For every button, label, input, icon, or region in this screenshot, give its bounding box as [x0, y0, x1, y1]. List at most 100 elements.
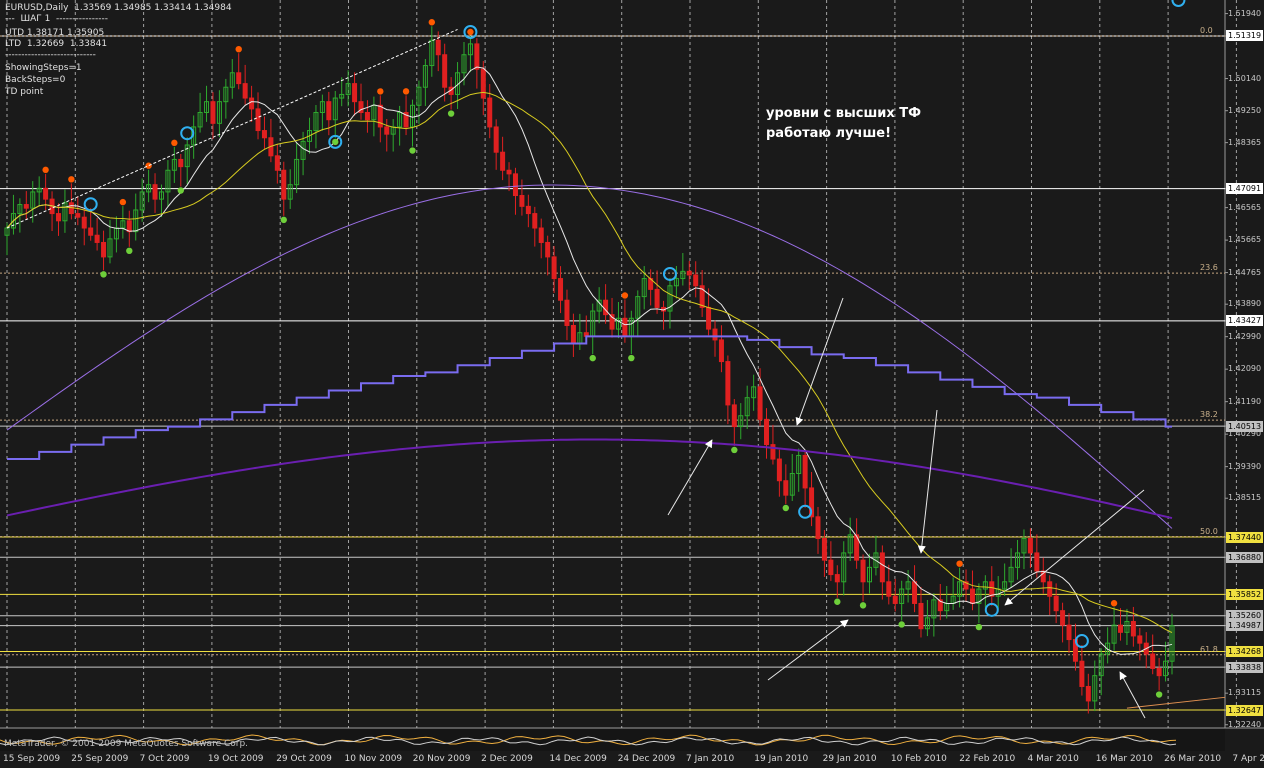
fib-label: 61.8 — [1200, 644, 1218, 654]
candle — [1137, 627, 1143, 661]
date-label: 7 Jan 2010 — [686, 754, 735, 764]
symbol-info: EURUSD,Daily 1.33569 1.34985 1.33414 1.3… — [5, 3, 232, 13]
candle — [474, 38, 480, 89]
candle — [699, 270, 705, 317]
candle — [1092, 660, 1098, 712]
candle — [1079, 645, 1085, 696]
td-high-dot — [956, 560, 963, 567]
candle — [88, 208, 94, 241]
axis-price-label: 1.36880 — [1226, 551, 1263, 563]
candle — [892, 578, 898, 612]
candle — [1072, 623, 1078, 671]
candle — [944, 586, 950, 619]
candle-body — [1034, 552, 1040, 572]
step-line — [7, 335, 1172, 461]
candle — [236, 53, 242, 90]
date-label: 29 Oct 2009 — [276, 754, 332, 764]
candle — [467, 35, 473, 73]
candle — [525, 194, 531, 228]
candle — [294, 142, 300, 194]
candle-body — [712, 328, 718, 341]
candle — [802, 450, 808, 508]
candle — [1124, 608, 1130, 646]
candle — [171, 146, 177, 183]
candle — [912, 565, 918, 613]
date-label: 24 Dec 2009 — [617, 754, 676, 764]
candle — [963, 569, 969, 602]
candle — [532, 206, 538, 247]
candle-body — [152, 184, 158, 200]
candle — [242, 64, 248, 105]
candle-body — [326, 101, 332, 121]
candle — [377, 95, 383, 143]
date-label: 19 Jan 2010 — [754, 754, 809, 764]
axis-price-label: 1.43427 — [1226, 315, 1263, 327]
candle-body — [242, 83, 248, 99]
candle — [358, 83, 364, 120]
candle-body — [178, 158, 184, 168]
candle-body — [564, 299, 570, 326]
candle-body — [834, 574, 840, 583]
candle-body — [538, 227, 544, 243]
candle-body — [493, 126, 499, 153]
candle — [931, 593, 937, 637]
candle — [751, 374, 757, 411]
date-label: 20 Nov 2009 — [412, 754, 471, 764]
candle-body — [706, 306, 712, 330]
candle — [319, 94, 325, 131]
price-tick-label: 1.48365 — [1228, 137, 1262, 147]
candle-body — [1027, 537, 1033, 554]
candle-body — [532, 213, 538, 229]
candle — [718, 325, 724, 373]
date-label: 26 Mar 2010 — [1164, 754, 1222, 764]
candle — [1015, 539, 1021, 580]
axis-price-label: 1.47091 — [1226, 183, 1263, 195]
candle — [628, 310, 634, 355]
candle-body — [506, 169, 512, 175]
ma-purple-line — [6, 184, 1173, 529]
candle-body — [1047, 581, 1053, 597]
candle — [345, 70, 351, 107]
candle-body — [88, 227, 94, 236]
candle-body — [442, 54, 448, 88]
candle — [1118, 608, 1124, 641]
candle — [352, 72, 358, 116]
candle — [332, 90, 338, 138]
candle — [538, 218, 544, 259]
td-high-dot — [428, 19, 436, 26]
candle — [1034, 534, 1040, 578]
candle-body — [802, 454, 808, 489]
candle-body — [81, 216, 87, 229]
candle-body — [101, 241, 107, 258]
td-low-dot — [447, 110, 455, 117]
fib-label: 38.2 — [1200, 410, 1218, 420]
candle — [603, 284, 609, 324]
candle — [390, 119, 396, 152]
candle-body — [731, 404, 737, 428]
td-high-dot — [235, 45, 242, 53]
candle — [371, 96, 377, 137]
axis-price-label: 1.51319 — [1226, 30, 1263, 42]
candle — [255, 92, 261, 140]
candle — [725, 355, 731, 425]
mt4-chart-window: EURUSD,Daily 1.33569 1.34985 1.33414 1.3… — [0, 0, 1264, 768]
axis-price-label: 1.37440 — [1226, 531, 1263, 543]
annotation-arrow — [795, 297, 844, 426]
candle — [416, 80, 422, 124]
candle — [635, 290, 641, 338]
price-chart[interactable] — [0, 0, 1264, 768]
candle-body — [352, 83, 358, 103]
candle — [1163, 641, 1169, 682]
candle — [1060, 602, 1066, 643]
candle — [1111, 607, 1117, 651]
td-low-dot — [898, 621, 905, 628]
candle — [165, 160, 171, 207]
price-tick-label: 1.43890 — [1228, 299, 1262, 309]
candle — [512, 167, 518, 215]
candle-body — [210, 101, 216, 124]
date-label: 19 Oct 2009 — [207, 754, 264, 764]
candle — [152, 173, 158, 213]
candle — [55, 203, 61, 236]
candle — [493, 119, 499, 170]
showing-steps-info: ShowingSteps=1 — [5, 63, 82, 73]
